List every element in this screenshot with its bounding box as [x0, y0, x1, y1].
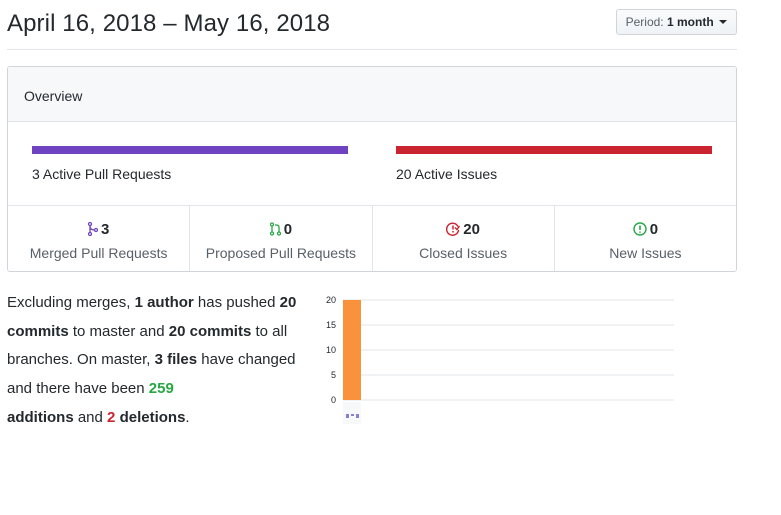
- issue-closed-icon: [446, 222, 461, 236]
- stat-closed-issues[interactable]: 20 Closed Issues: [373, 206, 555, 271]
- chart-bar: [343, 300, 361, 400]
- commit-summary: Excluding merges, 1 author has pushed 20…: [7, 289, 297, 433]
- active-issues-bar[interactable]: [396, 146, 712, 154]
- chart-y-tick-label: 20: [326, 295, 336, 305]
- active-pull-requests-bar[interactable]: [32, 146, 348, 154]
- chart-y-tick-label: 0: [331, 395, 336, 405]
- overview-header: Overview: [8, 67, 736, 122]
- files-changed: 3 files: [154, 351, 198, 369]
- stat-proposed-pull-requests[interactable]: 0 Proposed Pull Requests: [190, 206, 373, 271]
- chart-author-avatar-icon: [356, 414, 359, 418]
- additions-label: additions: [7, 408, 74, 426]
- merged-pr-count: 3: [100, 221, 110, 238]
- summary-text: .: [185, 408, 190, 426]
- new-issues-label: New Issues: [609, 245, 682, 261]
- deletions-count: 2: [107, 408, 116, 426]
- merged-pr-label: Merged Pull Requests: [29, 245, 168, 261]
- chart-bar-author-placeholder: [343, 402, 361, 424]
- overview-stats: 3 Merged Pull Requests 0 Proposed Pull R…: [8, 205, 736, 271]
- active-issues-link[interactable]: 20 Active Issues: [396, 166, 497, 182]
- issue-opened-icon: [633, 222, 647, 236]
- commits-all-branches: 20 commits: [168, 322, 252, 340]
- chart-author-avatar-icon: [351, 414, 354, 416]
- summary-text: and: [73, 408, 108, 426]
- stat-new-issues[interactable]: 0 New Issues: [555, 206, 736, 271]
- proposed-pr-count: 0: [283, 221, 293, 238]
- overview-panel: Overview 3 Active Pull Requests 20 Activ…: [7, 66, 737, 272]
- summary-text: Excluding merges,: [7, 294, 135, 311]
- deletions-label: deletions: [119, 408, 186, 426]
- overview-title: Overview: [24, 88, 83, 104]
- additions-count: 259: [148, 380, 174, 398]
- period-select-button[interactable]: Period: 1 month: [615, 9, 737, 35]
- authors-link[interactable]: 1 author: [135, 294, 194, 311]
- new-issues-count: 0: [649, 221, 659, 238]
- period-prefix: Period:: [625, 15, 664, 29]
- proposed-pr-label: Proposed Pull Requests: [205, 245, 356, 261]
- chart-author-avatar-icon: [346, 414, 349, 418]
- closed-issues-label: Closed Issues: [419, 245, 508, 261]
- chart-y-tick-label: 10: [326, 345, 336, 355]
- summary-text: to master and: [68, 322, 169, 340]
- git-pull-request-icon: [269, 222, 281, 236]
- chevron-down-icon: [719, 19, 727, 24]
- page-header: April 16, 2018 – May 16, 2018 Period: 1 …: [7, 0, 737, 50]
- date-range-title: April 16, 2018 – May 16, 2018: [7, 10, 331, 37]
- active-pull-requests-link[interactable]: 3 Active Pull Requests: [32, 166, 171, 182]
- summary-text: has pushed: [193, 294, 280, 311]
- commits-chart: 20 15 10 5 0: [326, 295, 674, 424]
- chart-y-tick-label: 15: [326, 320, 336, 330]
- chart-y-tick-label: 5: [331, 370, 336, 380]
- period-value: 1 month: [666, 15, 714, 29]
- stat-merged-pull-requests[interactable]: 3 Merged Pull Requests: [8, 206, 191, 271]
- git-merge-icon: [87, 221, 99, 237]
- closed-issues-count: 20: [463, 221, 480, 238]
